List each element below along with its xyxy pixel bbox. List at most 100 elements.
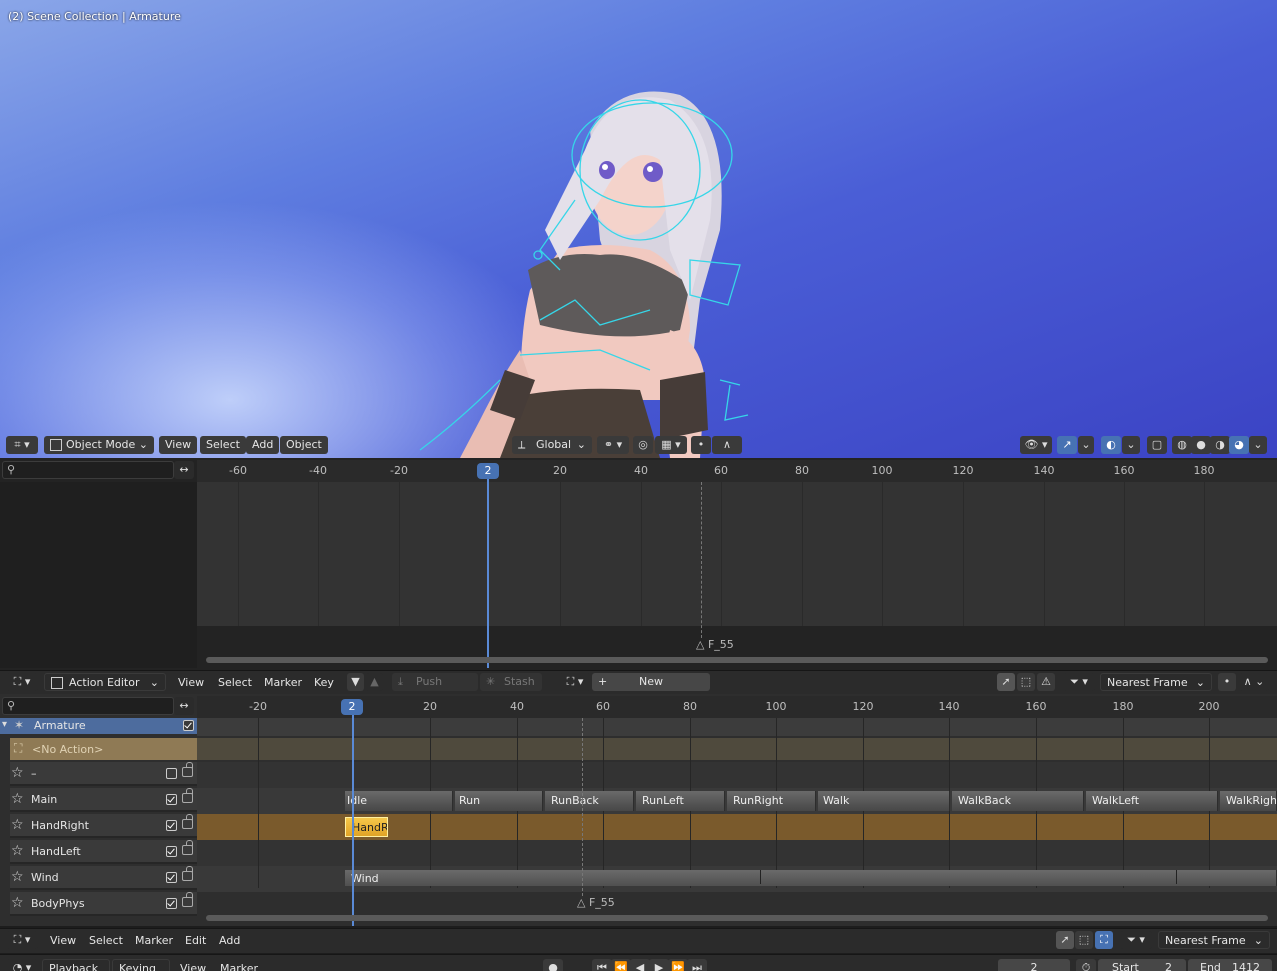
gizmo-icon[interactable]: ↗ bbox=[1057, 436, 1077, 454]
character-model[interactable] bbox=[0, 0, 1277, 458]
start-frame-field[interactable]: Start 2 bbox=[1098, 959, 1186, 971]
solo-star-icon[interactable]: ☆ bbox=[11, 817, 24, 833]
snap-toggle-icon[interactable]: ◎ bbox=[633, 436, 653, 454]
playhead-line[interactable] bbox=[487, 478, 489, 668]
play-reverse-icon[interactable]: ◀ bbox=[630, 959, 650, 971]
solo-star-icon[interactable]: ☆ bbox=[11, 843, 24, 859]
filter-button[interactable]: ⏷ ▾ bbox=[1120, 931, 1152, 949]
object-mode-dropdown[interactable]: Object Mode ⌄ bbox=[44, 436, 154, 454]
nla-strip-walkback[interactable]: WalkBack bbox=[952, 791, 1084, 811]
nla-track-main[interactable]: ☆ Main bbox=[10, 788, 197, 812]
object-row-armature[interactable]: ▾ ✶ Armature bbox=[0, 718, 197, 734]
object-visibility-checkbox[interactable] bbox=[183, 720, 194, 731]
transform-orientation-dropdown[interactable]: ⟂ Global ⌄ bbox=[512, 436, 592, 454]
layer-down-icon[interactable]: ▼ bbox=[347, 673, 364, 691]
nla-strip-runright[interactable]: RunRight bbox=[727, 791, 816, 811]
overlay-icon[interactable]: ◐ bbox=[1101, 436, 1121, 454]
3d-viewport[interactable]: (2) Scene Collection | Armature ⌗ ▾ Obje… bbox=[0, 0, 1277, 458]
play-icon[interactable]: ▶ bbox=[649, 959, 669, 971]
marker-f55[interactable]: △ F_55 bbox=[696, 638, 734, 651]
nla-strip-runleft[interactable]: RunLeft bbox=[636, 791, 725, 811]
action-line-row[interactable]: ⛶ <No Action> bbox=[10, 738, 197, 760]
current-frame-field[interactable]: 2 bbox=[998, 959, 1070, 971]
lock-icon[interactable] bbox=[182, 840, 193, 855]
swap-icon[interactable]: ↔ bbox=[174, 697, 194, 715]
key-menu[interactable]: Key bbox=[314, 676, 334, 689]
top-timeline-ruler[interactable]: -60 -40 -20 20 40 60 80 100 120 140 160 … bbox=[197, 460, 1277, 482]
snap-mode-dropdown[interactable]: Nearest Frame ⌄ bbox=[1158, 931, 1270, 949]
nla-strip-walkleft[interactable]: WalkLeft bbox=[1086, 791, 1218, 811]
nla-playhead-line[interactable] bbox=[352, 714, 354, 926]
select-menu[interactable]: Select bbox=[200, 436, 246, 454]
nla-track-handleft[interactable]: ☆ HandLeft bbox=[10, 840, 197, 864]
solo-star-icon[interactable]: ☆ bbox=[11, 791, 24, 807]
end-frame-field[interactable]: End 1412 bbox=[1188, 959, 1272, 971]
playback-menu[interactable]: Playback ⌄ bbox=[42, 959, 110, 971]
filter-button[interactable]: ⏷ ▾ bbox=[1063, 673, 1095, 691]
visibility-button[interactable]: 👁 ▾ bbox=[1020, 436, 1052, 454]
prev-keyframe-icon[interactable]: ⏪ bbox=[611, 959, 631, 971]
current-frame-indicator[interactable]: 2 bbox=[477, 463, 499, 479]
dopesheet-key-region[interactable] bbox=[197, 482, 1277, 626]
solo-star-icon[interactable]: ☆ bbox=[11, 869, 24, 885]
shading-dropdown[interactable]: ⌄ bbox=[1249, 436, 1267, 454]
channel-search-input[interactable]: ⚲ bbox=[2, 461, 174, 479]
snap-mode-dropdown[interactable]: Nearest Frame ⌄ bbox=[1100, 673, 1212, 691]
show-hidden-icon[interactable]: ⬚ bbox=[1075, 931, 1093, 949]
only-errors-icon[interactable]: ⚠ bbox=[1037, 673, 1055, 691]
horizontal-scrollbar[interactable] bbox=[206, 657, 1268, 663]
only-selected-icon[interactable]: ➚ bbox=[997, 673, 1015, 691]
xray-icon[interactable]: ▢ bbox=[1147, 436, 1167, 454]
select-menu[interactable]: Select bbox=[218, 676, 252, 689]
editor-type-button[interactable]: ⛶ ▾ bbox=[6, 931, 38, 949]
include-missing-icon[interactable]: ⛶ bbox=[1095, 931, 1113, 949]
view-menu[interactable]: View bbox=[178, 676, 204, 689]
nla-marker-f55[interactable]: △ F_55 bbox=[577, 896, 615, 909]
nla-strip-walk[interactable]: Walk bbox=[818, 791, 950, 811]
track-mute-checkbox[interactable] bbox=[166, 794, 177, 805]
proportional-edit-icon[interactable]: • bbox=[1218, 673, 1236, 691]
stash-button[interactable]: ✳ Stash bbox=[480, 673, 542, 691]
nla-strip-runback[interactable]: RunBack bbox=[545, 791, 634, 811]
nla-search-input[interactable]: ⚲ bbox=[2, 697, 174, 715]
nla-current-frame-indicator[interactable]: 2 bbox=[341, 699, 363, 715]
swap-icon[interactable]: ↔ bbox=[174, 461, 194, 479]
record-icon[interactable]: ● bbox=[543, 959, 563, 971]
snap-target-button[interactable]: ▦ ▾ bbox=[655, 436, 687, 454]
pivot-point-button[interactable]: ⚭ ▾ bbox=[597, 436, 629, 454]
overlay-dropdown[interactable]: ⌄ bbox=[1122, 436, 1140, 454]
next-keyframe-icon[interactable]: ⏩ bbox=[668, 959, 688, 971]
falloff-icon[interactable]: ∧ ⌄ bbox=[1239, 673, 1269, 691]
gizmo-dropdown[interactable]: ⌄ bbox=[1078, 436, 1094, 454]
wireframe-shading-icon[interactable]: ◍ bbox=[1172, 436, 1192, 454]
lock-icon[interactable] bbox=[182, 892, 193, 907]
view-menu[interactable]: View bbox=[50, 934, 76, 947]
nla-strip-walkright[interactable]: WalkRight bbox=[1220, 791, 1277, 811]
editor-mode-dropdown[interactable]: Action Editor ⌄ bbox=[44, 673, 166, 691]
solo-star-icon[interactable]: ☆ bbox=[11, 765, 24, 781]
track-mute-checkbox[interactable] bbox=[166, 898, 177, 909]
add-menu[interactable]: Add bbox=[219, 934, 240, 947]
nla-strip-run[interactable]: Run bbox=[455, 791, 543, 811]
editor-type-button[interactable]: ⌗ ▾ bbox=[6, 436, 38, 454]
push-down-button[interactable]: ⤓ Push Down bbox=[392, 673, 478, 706]
editor-type-button[interactable]: ◔ ▾ bbox=[6, 959, 38, 971]
nla-track-wind[interactable]: ☆ Wind bbox=[10, 866, 197, 890]
nla-horizontal-scrollbar[interactable] bbox=[206, 915, 1268, 921]
add-menu[interactable]: Add bbox=[246, 436, 280, 454]
view-menu[interactable]: View bbox=[159, 436, 198, 454]
object-menu[interactable]: Object bbox=[280, 436, 328, 454]
falloff-icon[interactable]: ∧ bbox=[712, 436, 742, 454]
material-shading-icon[interactable]: ◑ bbox=[1210, 436, 1230, 454]
lock-icon[interactable] bbox=[182, 788, 193, 803]
solid-shading-icon[interactable]: ● bbox=[1191, 436, 1211, 454]
nla-track-handright[interactable]: ☆ HandRight bbox=[10, 814, 197, 838]
nla-track-bodyphys[interactable]: ☆ BodyPhys bbox=[10, 892, 197, 916]
track-mute-checkbox[interactable] bbox=[166, 768, 177, 779]
proportional-edit-icon[interactable]: • bbox=[691, 436, 711, 454]
track-mute-checkbox[interactable] bbox=[166, 820, 177, 831]
track-mute-checkbox[interactable] bbox=[166, 846, 177, 857]
show-hidden-icon[interactable]: ⬚ bbox=[1017, 673, 1035, 691]
keying-menu[interactable]: Keying ⌄ bbox=[112, 959, 170, 971]
select-menu[interactable]: Select bbox=[89, 934, 123, 947]
